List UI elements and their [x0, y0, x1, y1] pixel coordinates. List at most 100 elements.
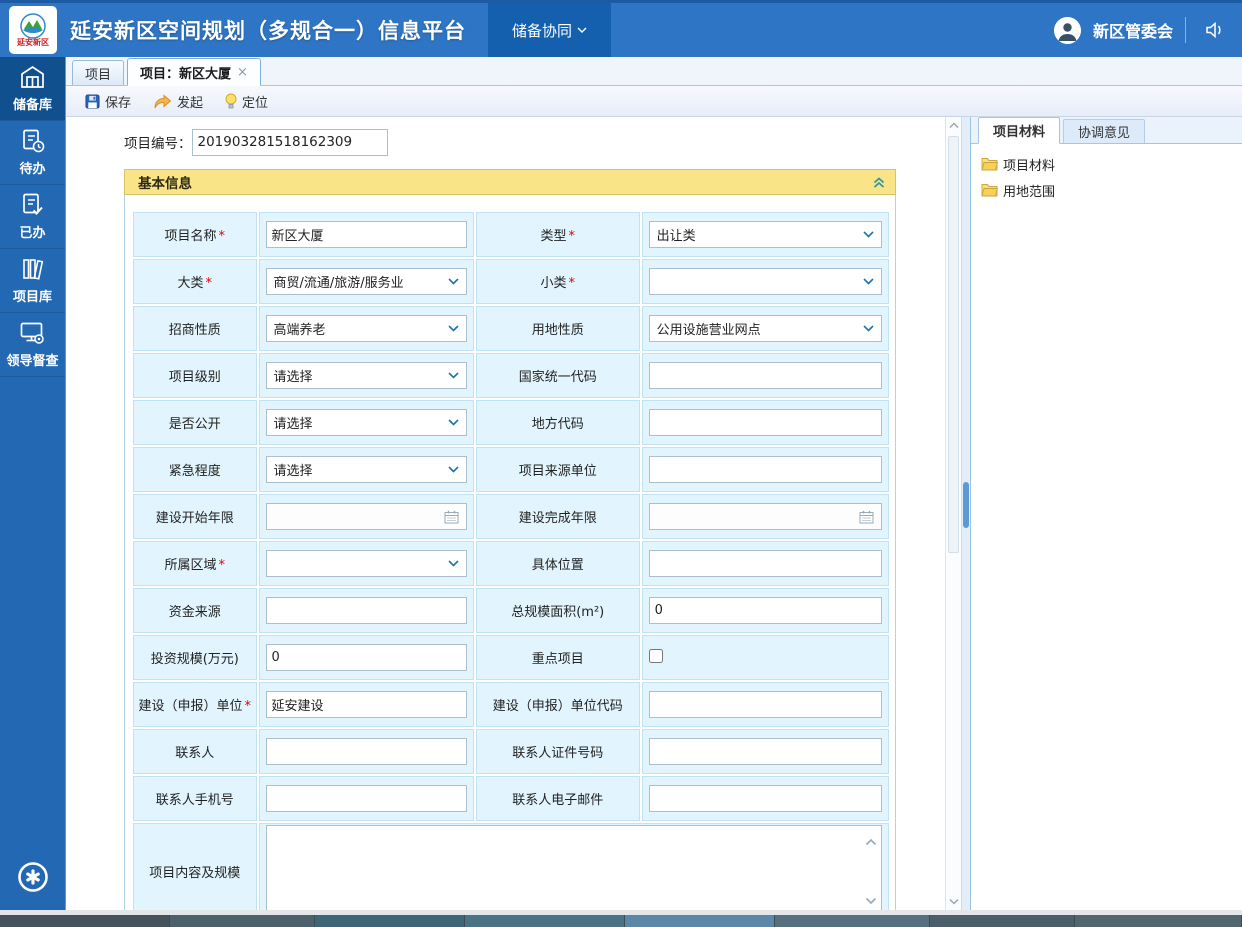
- tree-item-land-scope[interactable]: 用地范围: [981, 179, 1232, 201]
- investment-scale-input[interactable]: [266, 644, 467, 671]
- type-select[interactable]: 出让类: [649, 221, 882, 248]
- taskbar-segment: [625, 915, 775, 927]
- form-row: 项目内容及规模: [133, 823, 889, 910]
- land-use-select[interactable]: 公用设施营业网点: [649, 315, 882, 342]
- sidebar-item-project-library[interactable]: 项目库: [0, 249, 65, 313]
- field-label: 建设开始年限: [133, 494, 257, 539]
- application-window: 延安新区 延安新区空间规划（多规合一）信息平台 储备协同 新区管委会: [0, 0, 1242, 927]
- construction-unit-code-input[interactable]: [649, 691, 882, 718]
- contact-id-input[interactable]: [649, 738, 882, 765]
- folder-icon: [981, 157, 998, 171]
- tab-coordination-opinions[interactable]: 协调意见: [1063, 119, 1145, 143]
- header-divider: [1185, 17, 1186, 43]
- sidebar-item-done[interactable]: 已办: [0, 185, 65, 249]
- basic-info-header[interactable]: 基本信息: [124, 169, 896, 195]
- field-label: 类型*: [476, 212, 640, 257]
- field-label: 联系人: [133, 729, 257, 774]
- collapse-section-button[interactable]: [872, 176, 886, 189]
- region-select[interactable]: [266, 550, 467, 577]
- form-row: 项目级别 请选择 国家统一代码: [133, 353, 889, 398]
- field-label: 建设（申报）单位*: [133, 682, 257, 727]
- tree-item-label: 用地范围: [1003, 181, 1055, 200]
- field-label: 小类*: [476, 259, 640, 304]
- scrollbar-down-button[interactable]: [946, 893, 962, 910]
- user-avatar[interactable]: [1054, 17, 1081, 44]
- double-chevron-up-icon: [872, 176, 886, 189]
- app-logo: 延安新区: [9, 6, 57, 54]
- scrollbar-thumb[interactable]: [948, 136, 959, 553]
- sidebar: 储备库 待办 已办: [0, 57, 65, 910]
- major-category-select[interactable]: 商贸/流通/旅游/服务业: [266, 268, 467, 295]
- field-label: 总规模面积(m²): [476, 588, 640, 633]
- project-level-select[interactable]: 请选择: [266, 362, 467, 389]
- basic-info-table: 项目名称* 类型* 出让类 大类* 商贸/流通/旅游/服务业 小类*: [131, 210, 891, 910]
- launch-arrow-icon: [153, 94, 172, 109]
- sidebar-item-todo[interactable]: 待办: [0, 121, 65, 185]
- save-button-label: 保存: [105, 92, 131, 111]
- user-name[interactable]: 新区管委会: [1093, 18, 1173, 42]
- funding-source-input[interactable]: [266, 597, 467, 624]
- tree-item-project-materials[interactable]: 项目材料: [981, 153, 1232, 175]
- field-label: 项目来源单位: [476, 447, 640, 492]
- total-area-input[interactable]: [649, 597, 882, 624]
- scroll-down-icon[interactable]: [865, 897, 877, 905]
- nav-menu-label: 储备协同: [512, 20, 572, 41]
- sub-category-select[interactable]: [649, 268, 882, 295]
- splitter-handle[interactable]: [963, 482, 969, 528]
- form-row: 项目名称* 类型* 出让类: [133, 212, 889, 257]
- field-label: 国家统一代码: [476, 353, 640, 398]
- contact-phone-input[interactable]: [266, 785, 467, 812]
- field-label: 联系人手机号: [133, 776, 257, 821]
- attachments-tab-bar: 项目材料 协调意见: [971, 117, 1242, 144]
- project-number-input[interactable]: [192, 129, 388, 156]
- form-scrollbar[interactable]: [945, 117, 961, 910]
- source-unit-input[interactable]: [649, 456, 882, 483]
- sidebar-bottom-button[interactable]: [0, 860, 65, 894]
- field-label: 项目级别: [133, 353, 257, 398]
- contact-email-input[interactable]: [649, 785, 882, 812]
- page-title: 延安新区空间规划（多规合一）信息平台: [70, 15, 466, 45]
- sidebar-item-reserve-library[interactable]: 储备库: [0, 57, 65, 121]
- tab-close-icon[interactable]: ×: [237, 65, 248, 80]
- sidebar-item-leader-supervision[interactable]: 领导督查: [0, 313, 65, 377]
- investment-nature-select[interactable]: 高端养老: [266, 315, 467, 342]
- start-year-datepicker[interactable]: [266, 503, 467, 530]
- scroll-up-icon[interactable]: [865, 838, 877, 846]
- tab-project-xinqu-building[interactable]: 项目：新区大厦 ×: [127, 58, 261, 86]
- os-taskbar: [0, 915, 1242, 927]
- form-row: 大类* 商贸/流通/旅游/服务业 小类*: [133, 259, 889, 304]
- tab-projects[interactable]: 项目: [72, 60, 124, 85]
- chevron-down-icon: [448, 278, 459, 285]
- end-year-datepicker[interactable]: [649, 503, 882, 530]
- scrollbar-track[interactable]: [946, 134, 962, 893]
- panel-splitter[interactable]: [961, 117, 970, 910]
- launch-button[interactable]: 发起: [144, 89, 212, 114]
- chevron-down-icon: [448, 372, 459, 379]
- announcement-button[interactable]: [1198, 21, 1232, 39]
- national-code-input[interactable]: [649, 362, 882, 389]
- chevron-down-icon: [863, 231, 874, 238]
- project-content-textarea[interactable]: [266, 825, 882, 911]
- circle-asterisk-icon: [16, 860, 50, 894]
- form-row: 紧急程度 请选择 项目来源单位: [133, 447, 889, 492]
- key-project-checkbox[interactable]: [649, 649, 663, 663]
- local-code-input[interactable]: [649, 409, 882, 436]
- person-icon: [1054, 17, 1081, 44]
- urgency-select[interactable]: 请选择: [266, 456, 467, 483]
- nav-menu-reserve-coordination[interactable]: 储备协同: [488, 3, 611, 57]
- tab-label: 项目: [85, 64, 111, 83]
- tab-project-materials[interactable]: 项目材料: [978, 117, 1060, 144]
- contact-input[interactable]: [266, 738, 467, 765]
- construction-unit-input[interactable]: [266, 691, 467, 718]
- field-label: 是否公开: [133, 400, 257, 445]
- project-name-input[interactable]: [266, 221, 467, 248]
- locate-button[interactable]: 定位: [216, 89, 277, 114]
- save-button[interactable]: 保存: [76, 89, 140, 114]
- form-row: 是否公开 请选择 地方代码: [133, 400, 889, 445]
- project-number-label: 项目编号：: [124, 132, 192, 152]
- chevron-down-icon: [949, 898, 959, 905]
- location-input[interactable]: [649, 550, 882, 577]
- logo-emblem-icon: [20, 13, 46, 39]
- scrollbar-up-button[interactable]: [946, 117, 962, 134]
- public-select[interactable]: 请选择: [266, 409, 467, 436]
